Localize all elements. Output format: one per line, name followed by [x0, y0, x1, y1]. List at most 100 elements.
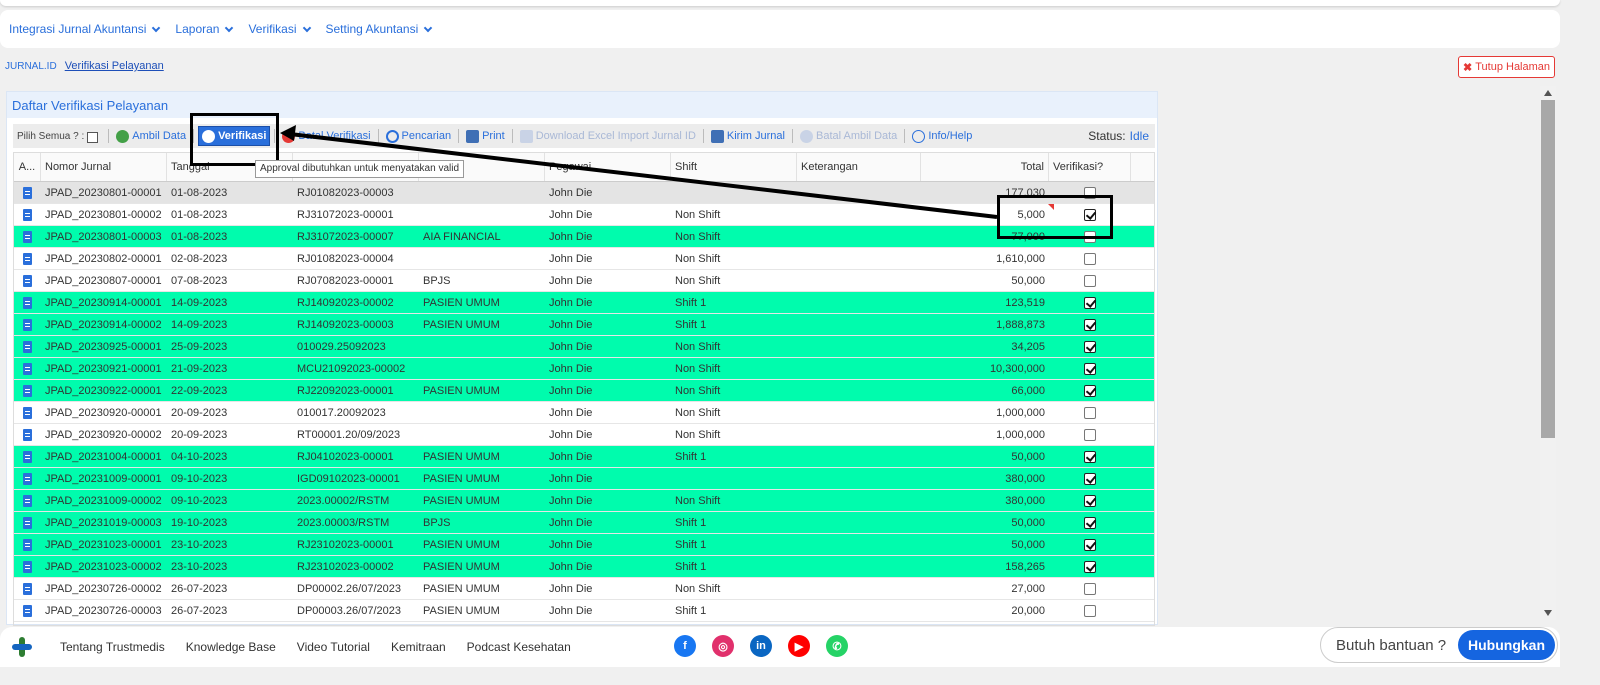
row-action[interactable] [14, 512, 41, 533]
verify-checkbox[interactable] [1084, 604, 1096, 617]
verify-checkbox[interactable] [1084, 318, 1096, 331]
select-all-checkbox[interactable] [87, 131, 99, 143]
verify-checkbox[interactable] [1084, 516, 1096, 529]
annotation-box-verifikasi [190, 113, 279, 166]
table-row[interactable]: JPAD_20231019-00003 19-10-2023 2023.00003/… [14, 512, 1154, 534]
table-row[interactable]: JPAD_20230726-00002 26-07-2023 DP00002.26/… [14, 578, 1154, 600]
table-row[interactable]: JPAD_20230801-00001 01-08-2023 RJ01082023-… [14, 182, 1154, 204]
column-header-pegawai[interactable]: Pegawai [545, 153, 671, 181]
download-excel-import-jurnal-id-button[interactable]: Download Excel Import Jurnal ID [517, 126, 699, 146]
table-row[interactable]: JPAD_20230801-00003 01-08-2023 RJ31072023-… [14, 226, 1154, 248]
row-action[interactable] [14, 446, 41, 467]
kirim-jurnal-button[interactable]: Kirim Jurnal [708, 126, 788, 146]
menu-laporan[interactable]: Laporan [175, 22, 236, 36]
print-button[interactable]: Print [463, 126, 508, 146]
ambil-data-button[interactable]: Ambil Data [113, 126, 189, 146]
table-row[interactable]: JPAD_20231023-00002 23-10-2023 RJ23102023-… [14, 556, 1154, 578]
table-row[interactable]: JPAD_20230925-00001 25-09-2023 010029.2509… [14, 336, 1154, 358]
column-header-total[interactable]: Total [921, 153, 1049, 181]
verify-checkbox[interactable] [1084, 384, 1096, 397]
table-row[interactable]: JPAD_20230922-00001 22-09-2023 RJ22092023-… [14, 380, 1154, 402]
verify-checkbox[interactable] [1084, 494, 1096, 507]
verify-checkbox[interactable] [1084, 274, 1096, 287]
table-row[interactable]: JPAD_20231009-00001 09-10-2023 IGD09102023… [14, 468, 1154, 490]
youtube-icon[interactable]: ▶ [788, 635, 810, 657]
batal-verifikasi-button[interactable]: Batal Verifikasi [279, 126, 373, 146]
row-action[interactable] [14, 578, 41, 599]
scroll-thumb[interactable] [1541, 100, 1555, 438]
verify-checkbox[interactable] [1084, 450, 1096, 463]
verify-checkbox[interactable] [1084, 362, 1096, 375]
linkedin-icon[interactable]: in [750, 635, 772, 657]
verify-checkbox[interactable] [1084, 472, 1096, 485]
column-header-shift[interactable]: Shift [671, 153, 797, 181]
footer-link-knowledge-base[interactable]: Knowledge Base [186, 640, 276, 654]
contact-button[interactable]: Hubungkan [1458, 630, 1555, 660]
verify-checkbox[interactable] [1084, 296, 1096, 309]
menu-integrasi-jurnal-akuntansi[interactable]: Integrasi Jurnal Akuntansi [9, 22, 163, 36]
table-row[interactable]: JPAD_20231023-00001 23-10-2023 RJ23102023-… [14, 534, 1154, 556]
verify-checkbox[interactable] [1084, 560, 1096, 573]
footer-link-kemitraan[interactable]: Kemitraan [391, 640, 446, 654]
breadcrumb-root[interactable]: JURNAL.ID [5, 61, 57, 72]
cell-total: 50,000 [1011, 274, 1045, 287]
cell-ref: RJ14092023-00003 [297, 318, 394, 331]
verify-checkbox[interactable] [1084, 428, 1096, 441]
column-header-nomor-jurnal[interactable]: Nomor Jurnal [41, 153, 167, 181]
menu-setting-akuntansi[interactable]: Setting Akuntansi [326, 22, 436, 36]
row-action[interactable] [14, 314, 41, 335]
verify-checkbox[interactable] [1084, 340, 1096, 353]
table-row[interactable]: JPAD_20231009-00002 09-10-2023 2023.00002/… [14, 490, 1154, 512]
close-page-button[interactable]: ✖ Tutup Halaman [1458, 56, 1556, 78]
page-scrollbar[interactable] [1540, 86, 1556, 620]
table-row[interactable]: JPAD_20230914-00001 14-09-2023 RJ14092023-… [14, 292, 1154, 314]
row-action[interactable] [14, 468, 41, 489]
table-row[interactable]: JPAD_20230920-00001 20-09-2023 010017.2009… [14, 402, 1154, 424]
whatsapp-icon[interactable]: ✆ [826, 635, 848, 657]
column-header-keterangan[interactable]: Keterangan [797, 153, 921, 181]
row-action[interactable] [14, 402, 41, 423]
menu-verifikasi[interactable]: Verifikasi [248, 22, 313, 36]
cell-total: 1,610,000 [996, 252, 1045, 265]
verify-checkbox[interactable] [1084, 252, 1096, 265]
pencarian-button[interactable]: Pencarian [383, 126, 455, 146]
row-action[interactable] [14, 336, 41, 357]
row-action[interactable] [14, 380, 41, 401]
row-action[interactable] [14, 358, 41, 379]
footer-link-tentang-trustmedis[interactable]: Tentang Trustmedis [60, 640, 165, 654]
footer-link-video-tutorial[interactable]: Video Tutorial [297, 640, 370, 654]
cell-penjamin: PASIEN UMUM [423, 582, 500, 595]
info-help-button[interactable]: Info/Help [909, 126, 975, 146]
tab-verifikasi-pelayanan[interactable]: Verifikasi Pelayanan [65, 60, 164, 72]
table-row[interactable]: JPAD_20230807-00001 07-08-2023 RJ07082023-… [14, 270, 1154, 292]
batal-ambil-data-button[interactable]: Batal Ambil Data [797, 126, 900, 146]
verify-checkbox[interactable] [1084, 538, 1096, 551]
facebook-icon[interactable]: f [674, 635, 696, 657]
row-action[interactable] [14, 292, 41, 313]
row-action[interactable] [14, 248, 41, 269]
row-action[interactable] [14, 490, 41, 511]
table-row[interactable]: JPAD_20230726-00003 26-07-2023 DP00003.26/… [14, 600, 1154, 622]
instagram-icon[interactable]: ◎ [712, 635, 734, 657]
table-row[interactable]: JPAD_20230801-00002 01-08-2023 RJ31072023-… [14, 204, 1154, 226]
row-action[interactable] [14, 424, 41, 445]
column-header-a[interactable]: A... [14, 153, 41, 181]
row-action[interactable] [14, 182, 41, 203]
row-action[interactable] [14, 600, 41, 621]
scroll-down-icon[interactable] [1544, 610, 1552, 616]
table-row[interactable]: JPAD_20230802-00001 02-08-2023 RJ01082023-… [14, 248, 1154, 270]
verify-checkbox[interactable] [1084, 582, 1096, 595]
table-row[interactable]: JPAD_20230920-00002 20-09-2023 RT00001.20/… [14, 424, 1154, 446]
row-action[interactable] [14, 534, 41, 555]
row-action[interactable] [14, 556, 41, 577]
row-action[interactable] [14, 226, 41, 247]
table-row[interactable]: JPAD_20230921-00001 21-09-2023 MCU21092023… [14, 358, 1154, 380]
row-action[interactable] [14, 204, 41, 225]
table-row[interactable]: JPAD_20230914-00002 14-09-2023 RJ14092023-… [14, 314, 1154, 336]
table-row[interactable]: JPAD_20231004-00001 04-10-2023 RJ04102023-… [14, 446, 1154, 468]
verify-checkbox[interactable] [1084, 406, 1096, 419]
scroll-up-icon[interactable] [1544, 90, 1552, 96]
footer-link-podcast-kesehatan[interactable]: Podcast Kesehatan [467, 640, 571, 654]
row-action[interactable] [14, 270, 41, 291]
column-header-verifikasi[interactable]: Verifikasi? [1049, 153, 1131, 181]
